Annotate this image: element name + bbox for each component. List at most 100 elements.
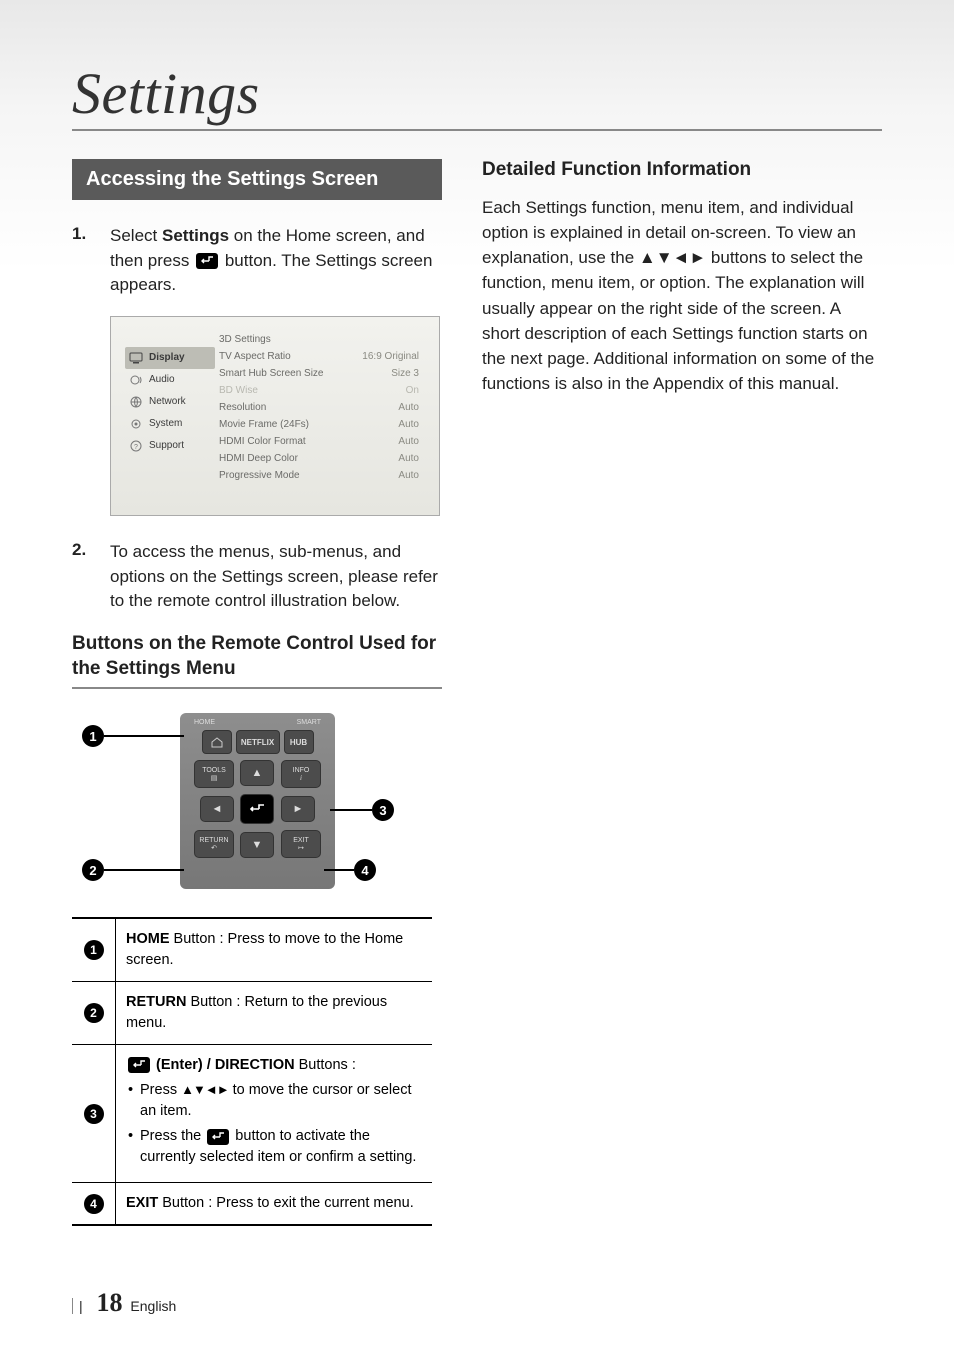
callout-4: 4 [354,859,376,881]
setting-value: Size 3 [391,368,419,379]
table-desc: (Enter) / DIRECTION Buttons : Press ▲▼◄►… [116,1045,432,1182]
sidebar-item-support: ? Support [125,435,215,457]
setting-label: TV Aspect Ratio [219,351,291,362]
enter-icon [207,1129,229,1145]
callout-badge: 4 [84,1194,104,1214]
step-text: To access the menus, sub-menus, and opti… [110,540,442,614]
callout-3: 3 [372,799,394,821]
sidebar-item-label: Network [149,396,186,407]
step-number: 2. [72,540,110,614]
tools-button: TOOLS▤ [194,760,234,788]
sidebar-item-label: Display [149,352,185,363]
page-number: 18 [97,1288,123,1317]
table-num-cell: 4 [72,1183,116,1224]
setting-row: Smart Hub Screen SizeSize 3 [215,365,425,382]
text-bold: (Enter) / DIRECTION [152,1057,295,1073]
setting-value: 16:9 Original [362,351,419,362]
footer-separator: | [72,1298,83,1314]
setting-value: Auto [398,402,419,413]
tools-icon: ▤ [211,774,218,782]
table-num-cell: 1 [72,919,116,981]
label: RETURN [199,837,228,844]
label-home: HOME [194,719,215,726]
settings-screen-illustration: Display Audio Network System [110,316,440,516]
page-footer: | 18 English [72,1288,176,1318]
remote-illustration: HOME SMART NETFLIX HUB TOOLS▤ INFOi ▲ ◄ [72,707,402,897]
settings-sidebar: Display Audio Network System [125,329,215,505]
table-row: 3 (Enter) / DIRECTION Buttons : Press ▲▼… [72,1045,432,1183]
dpad: TOOLS▤ INFOi ▲ ◄ ► ▼ RETURN↶ EXIT↦ [186,760,329,858]
svg-text:?: ? [134,444,138,451]
text-bold: HOME [126,931,170,947]
setting-label: BD Wise [219,385,258,396]
left-button: ◄ [200,796,234,822]
text: Select [110,226,162,245]
enter-icon [196,253,218,269]
sidebar-item-label: System [149,418,182,429]
network-icon [129,396,143,408]
sidebar-item-network: Network [125,391,215,413]
setting-row: HDMI Deep Color Auto [215,450,425,467]
arrow-icons: ▲▼◄► [181,1082,228,1097]
down-button: ▼ [240,832,274,858]
setting-label: Progressive Mode [219,470,300,481]
setting-label: HDMI Deep Color [219,453,298,464]
setting-label: 3D Settings [219,334,271,345]
settings-list: 3D Settings TV Aspect Ratio 16:9 Original… [215,329,425,505]
sidebar-item-label: Support [149,440,184,451]
return-button: RETURN↶ [194,830,234,858]
sidebar-item-system: System [125,413,215,435]
section-heading: Accessing the Settings Screen [72,159,442,200]
table-row: 1 HOME Button : Press to move to the Hom… [72,919,432,982]
callout-line [330,809,372,811]
text-bold: Settings [162,226,229,245]
step-1: 1. Select Settings on the Home screen, a… [72,224,442,298]
enter-icon [128,1057,150,1073]
table-desc: HOME Button : Press to move to the Home … [116,919,432,981]
home-button [202,730,232,754]
callout-badge: 1 [84,940,104,960]
setting-value: Auto [398,453,419,464]
table-num-cell: 2 [72,982,116,1044]
display-icon [129,352,143,364]
return-icon: ↶ [211,844,217,852]
enter-button [240,794,274,824]
list-item: Press ▲▼◄► to move the cursor or select … [126,1080,424,1122]
text: Buttons : [295,1057,356,1073]
label: INFO [293,767,310,774]
list-item: Press the button to activate the current… [126,1126,424,1168]
setting-label: HDMI Color Format [219,436,306,447]
callout-line [104,869,184,871]
label: TOOLS [202,767,226,774]
callout-line [104,735,184,737]
table-num-cell: 3 [72,1045,116,1182]
remote-body: HOME SMART NETFLIX HUB TOOLS▤ INFOi ▲ ◄ [180,713,335,889]
table-row: 2 RETURN Button : Return to the previous… [72,982,432,1045]
setting-label: Movie Frame (24Fs) [219,419,309,430]
setting-row: TV Aspect Ratio 16:9 Original [215,348,425,365]
setting-row-disabled: BD WiseOn [215,382,425,399]
setting-row: HDMI Color FormatAuto [215,433,425,450]
info-button: INFOi [281,760,321,788]
setting-value: Auto [398,470,419,481]
callout-badge: 2 [84,1003,104,1023]
setting-label: Resolution [219,402,266,413]
text-bold: RETURN [126,994,186,1010]
setting-row: Progressive Mode Auto [215,467,425,484]
sidebar-item-display: Display [125,347,215,369]
table-desc: RETURN Button : Return to the previous m… [116,982,432,1044]
right-heading: Detailed Function Information [482,159,882,181]
system-icon [129,418,143,430]
audio-icon [129,374,143,386]
callout-2: 2 [82,859,104,881]
footer-language: English [130,1298,176,1314]
info-icon: i [300,774,302,782]
button-table: 1 HOME Button : Press to move to the Hom… [72,917,432,1226]
setting-row: Movie Frame (24Fs)Auto [215,416,425,433]
smart-hub-button: HUB [284,730,314,754]
step-number: 1. [72,224,110,298]
table-desc: EXIT Button : Press to exit the current … [116,1183,432,1224]
sidebar-item-label: Audio [149,374,175,385]
step-text: Select Settings on the Home screen, and … [110,224,442,298]
step-2: 2. To access the menus, sub-menus, and o… [72,540,442,614]
